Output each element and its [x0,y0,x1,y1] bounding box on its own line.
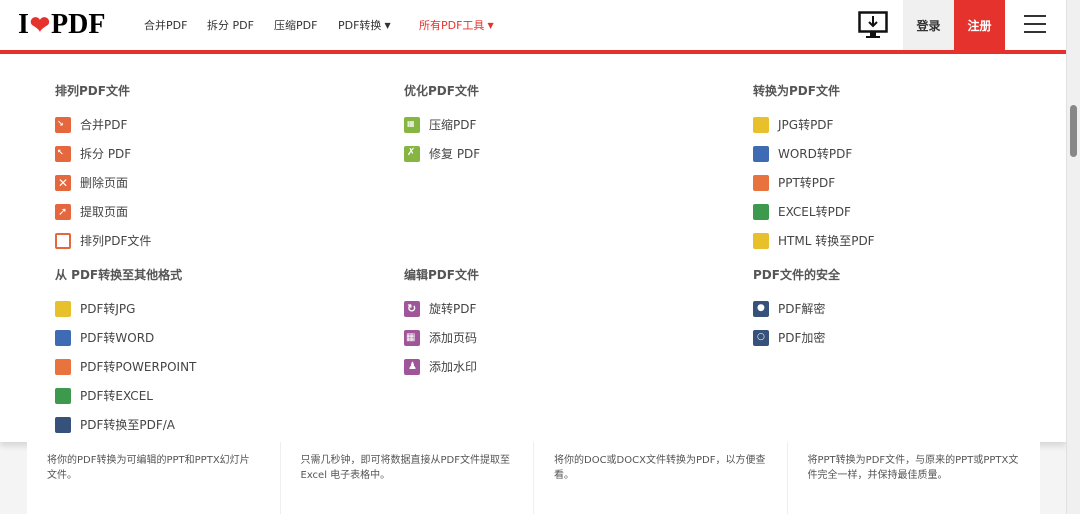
group-to-pdf: 转换为PDF文件 JPG转PDF WORD转PDF PPT转PDF EXCEL转… [753,81,875,255]
menu-item-page-numbers[interactable]: ▦ 添加页码 [404,323,479,352]
page-numbers-icon: ▦ [404,329,420,346]
menu-item-pdf-to-jpg[interactable]: PDF转JPG [55,294,196,323]
menu-item-pdf-to-word[interactable]: PDF转WORD [55,323,196,352]
menu-item-protect[interactable]: ○ PDF加密 [753,323,840,352]
group-title: 排列PDF文件 [55,84,130,98]
hamburger-menu-icon[interactable] [1024,15,1046,35]
nav-all-tools[interactable]: 所有PDF工具 ▼ [419,0,494,50]
card-description: 只需几秒钟，即可将数据直接从PDF文件提取至Excel 电子表格中。 [300,455,510,481]
heart-icon: ❤ [29,12,51,39]
group-organize: 排列PDF文件 ↘ 合并PDF ↖ 拆分 PDF ✕ 删除页面 ➚ 提取页面 排列PDF… [55,81,151,255]
menu-item-ppt-to-pdf[interactable]: PPT转PDF [753,168,875,197]
pdf-to-word-icon [55,329,71,346]
group-edit: 编辑PDF文件 ↻ 旋转PDF ▦ 添加页码 ♟ 添加水印 [404,265,479,381]
group-title: 编辑PDF文件 [404,268,479,282]
split-pdf-icon: ↖ [55,145,71,162]
menu-item-remove-pages[interactable]: ✕ 删除页面 [55,168,151,197]
menu-item-compress[interactable]: ▦ 压缩PDF [404,110,480,139]
menu-item-split[interactable]: ↖ 拆分 PDF [55,139,151,168]
menu-item-jpg-to-pdf[interactable]: JPG转PDF [753,110,875,139]
group-title: 从 PDF转换至其他格式 [55,268,183,282]
remove-pages-icon: ✕ [55,174,71,191]
card-description: 将PPT转换为PDF文件，与原来的PPT或PPTX文件完全一样，并保持最佳质量。 [807,455,1019,481]
card-description: 将你的PDF转换为可编辑的PPT和PPTX幻灯片文件。 [47,455,250,481]
login-button[interactable]: 登录 [903,0,954,50]
register-button[interactable]: 注册 [954,0,1005,50]
menu-item-word-to-pdf[interactable]: WORD转PDF [753,139,875,168]
html-to-pdf-icon [753,232,769,249]
card-word-to-pdf[interactable]: 将你的DOC或DOCX文件转换为PDF，以方便查看。 [534,442,788,514]
rotate-pdf-icon: ↻ [404,300,420,317]
menu-item-pdf-to-powerpoint[interactable]: PDF转POWERPOINT [55,352,196,381]
excel-to-pdf-icon [753,203,769,220]
pdf-to-powerpoint-icon [55,358,71,375]
pdf-to-pdfa-icon [55,416,71,433]
nav-convert[interactable]: PDF转换 ▼ [338,0,391,50]
menu-item-pdf-to-pdfa[interactable]: PDF转换至PDF/A [55,410,196,439]
pdf-to-excel-icon [55,387,71,404]
menu-item-organize[interactable]: 排列PDF文件 [55,226,151,255]
jpg-to-pdf-icon [753,116,769,133]
merge-pdf-icon: ↘ [55,116,71,133]
tools-mega-menu: 排列PDF文件 ↘ 合并PDF ↖ 拆分 PDF ✕ 删除页面 ➚ 提取页面 排列PDF… [0,54,1066,442]
unlock-icon: ● [753,300,769,317]
organize-pdf-icon [55,232,71,249]
group-title: 优化PDF文件 [404,84,479,98]
menu-item-extract-pages[interactable]: ➚ 提取页面 [55,197,151,226]
menu-item-pdf-to-excel[interactable]: PDF转EXCEL [55,381,196,410]
logo-pdf: PDF [51,9,106,40]
watermark-icon: ♟ [404,358,420,375]
group-optimize: 优化PDF文件 ▦ 压缩PDF ✗ 修复 PDF [404,81,480,168]
group-title: 转换为PDF文件 [753,84,840,98]
caret-down-icon: ▼ [384,20,391,30]
ppt-to-pdf-icon [753,174,769,191]
menu-item-unlock[interactable]: ● PDF解密 [753,294,840,323]
menu-item-watermark[interactable]: ♟ 添加水印 [404,352,479,381]
word-to-pdf-icon [753,145,769,162]
compress-pdf-icon: ▦ [404,116,420,133]
card-description: 将你的DOC或DOCX文件转换为PDF，以方便查看。 [554,455,766,481]
group-title: PDF文件的安全 [753,268,840,282]
desktop-download-icon[interactable] [858,11,888,39]
menu-item-merge[interactable]: ↘ 合并PDF [55,110,151,139]
ilovepdf-logo[interactable]: I ❤ PDF [18,9,106,40]
card-ppt-to-pdf[interactable]: 将PPT转换为PDF文件，与原来的PPT或PPTX文件完全一样，并保持最佳质量。 [788,442,1041,514]
shield-icon: ○ [753,329,769,346]
group-security: PDF文件的安全 ● PDF解密 ○ PDF加密 [753,265,840,352]
tool-cards-row: 将你的PDF转换为可编辑的PPT和PPTX幻灯片文件。 只需几秒钟，即可将数据直… [27,442,1040,514]
card-pdf-to-ppt[interactable]: 将你的PDF转换为可编辑的PPT和PPTX幻灯片文件。 [27,442,281,514]
menu-item-html-to-pdf[interactable]: HTML 转换至PDF [753,226,875,255]
logo-i: I [18,9,29,40]
pdf-to-jpg-icon [55,300,71,317]
card-pdf-to-excel[interactable]: 只需几秒钟，即可将数据直接从PDF文件提取至Excel 电子表格中。 [281,442,534,514]
nav-compress[interactable]: 压缩PDF [274,0,317,50]
menu-item-repair[interactable]: ✗ 修复 PDF [404,139,480,168]
page-scrollbar[interactable] [1066,0,1080,514]
scrollbar-thumb[interactable] [1070,105,1077,157]
group-from-pdf: 从 PDF转换至其他格式 PDF转JPG PDF转WORD PDF转POWERP… [55,265,196,439]
repair-pdf-icon: ✗ [404,145,420,162]
extract-pages-icon: ➚ [55,203,71,220]
menu-item-excel-to-pdf[interactable]: EXCEL转PDF [753,197,875,226]
nav-split[interactable]: 拆分 PDF [207,0,254,50]
caret-down-icon: ▼ [487,20,494,30]
nav-merge[interactable]: 合并PDF [144,0,187,50]
menu-item-rotate[interactable]: ↻ 旋转PDF [404,294,479,323]
top-header: I ❤ PDF 合并PDF 拆分 PDF 压缩PDF PDF转换 ▼ 所有PDF工具 ▼… [0,0,1066,50]
